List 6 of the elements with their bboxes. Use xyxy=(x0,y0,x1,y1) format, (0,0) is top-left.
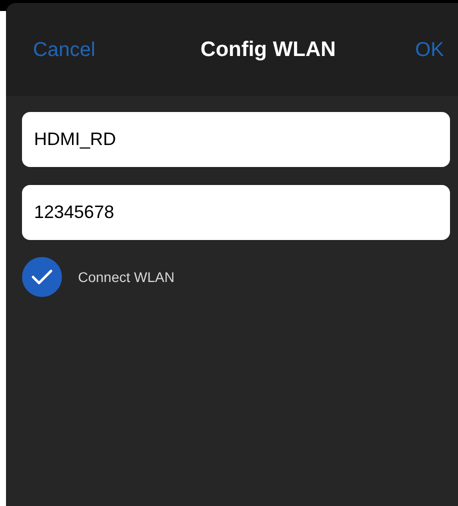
checkmark-icon xyxy=(31,269,53,285)
connect-checkbox[interactable] xyxy=(22,257,62,297)
connect-label: Connect WLAN xyxy=(78,268,174,286)
window-title: Config WLAN xyxy=(200,36,336,63)
input-field[interactable]: HDMI_RD xyxy=(22,112,450,167)
input-field[interactable]: 12345678 xyxy=(22,185,450,240)
